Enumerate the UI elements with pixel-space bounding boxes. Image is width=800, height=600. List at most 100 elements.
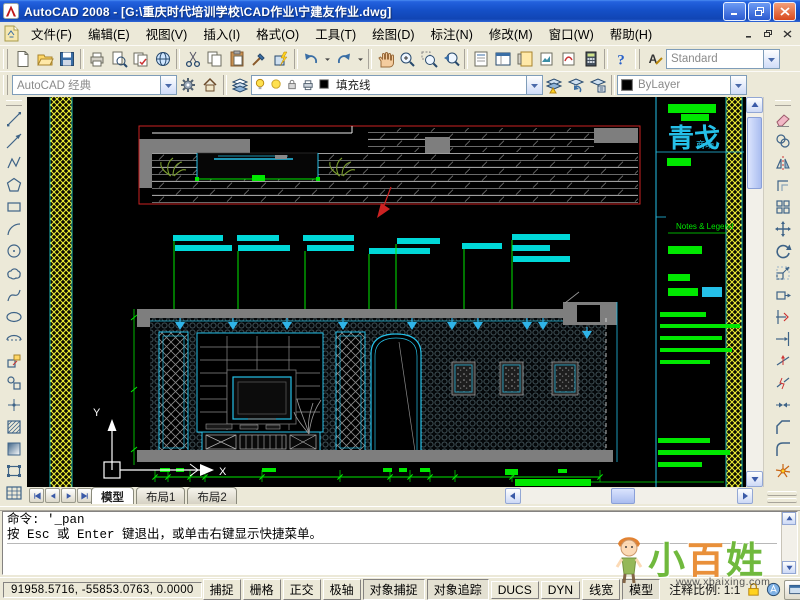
command-scroll-up-button[interactable]	[782, 512, 796, 525]
freeze-icon[interactable]	[270, 78, 284, 92]
spline-icon[interactable]	[3, 284, 25, 306]
publish-icon[interactable]	[130, 48, 152, 70]
fillet-icon[interactable]	[772, 438, 794, 460]
new-file-icon[interactable]	[12, 48, 34, 70]
ellipse-arc-icon[interactable]	[3, 328, 25, 350]
chamfer-icon[interactable]	[772, 416, 794, 438]
scroll-down-button[interactable]	[746, 471, 763, 487]
close-button[interactable]	[773, 2, 796, 21]
menu-tools[interactable]: 工具(T)	[307, 25, 364, 45]
menu-edit[interactable]: 编辑(E)	[80, 25, 138, 45]
scroll-up-button[interactable]	[746, 97, 763, 113]
hatch-icon[interactable]	[3, 416, 25, 438]
tab-nav-last-button[interactable]	[77, 488, 92, 503]
redo-dropdown-icon[interactable]	[355, 48, 366, 70]
menu-draw[interactable]: 绘图(D)	[364, 25, 422, 45]
erase-icon[interactable]	[772, 108, 794, 130]
construction-line-icon[interactable]	[3, 130, 25, 152]
layer-states-icon[interactable]	[587, 74, 609, 96]
menu-help[interactable]: 帮助(H)	[602, 25, 660, 45]
menu-file[interactable]: 文件(F)	[23, 25, 80, 45]
move-icon[interactable]	[772, 218, 794, 240]
layer-properties-icon[interactable]	[229, 74, 251, 96]
menu-modify[interactable]: 修改(M)	[481, 25, 541, 45]
color-combobox[interactable]: ByLayer	[617, 75, 747, 95]
tab-model[interactable]: 模型	[91, 487, 134, 504]
plot-icon[interactable]	[86, 48, 108, 70]
polygon-icon[interactable]	[3, 174, 25, 196]
menu-view[interactable]: 视图(V)	[138, 25, 196, 45]
layer-combobox[interactable]: 填充线	[251, 75, 543, 95]
mdi-restore-button[interactable]	[760, 27, 776, 41]
copy-icon[interactable]	[204, 48, 226, 70]
array-icon[interactable]	[772, 196, 794, 218]
match-properties-icon[interactable]	[248, 48, 270, 70]
undo-dropdown-icon[interactable]	[322, 48, 333, 70]
menu-dimension[interactable]: 标注(N)	[423, 25, 481, 45]
zoom-window-icon[interactable]	[418, 48, 440, 70]
annotation-scale-label[interactable]: 注释比例: 1:1	[669, 581, 740, 598]
circle-icon[interactable]	[3, 240, 25, 262]
arc-icon[interactable]	[3, 218, 25, 240]
rotate-icon[interactable]	[772, 240, 794, 262]
horizontal-scroll-track[interactable]	[521, 488, 737, 504]
text-style-combobox[interactable]: Standard	[666, 49, 780, 69]
web-icon[interactable]	[152, 48, 174, 70]
status-toggle-snap[interactable]: 捕捉	[203, 579, 241, 600]
ellipse-icon[interactable]	[3, 306, 25, 328]
redo-icon[interactable]	[333, 48, 355, 70]
designcenter-icon[interactable]	[492, 48, 514, 70]
vertical-scroll-thumb[interactable]	[747, 117, 762, 189]
tab-nav-first-button[interactable]	[29, 488, 44, 503]
stretch-icon[interactable]	[772, 284, 794, 306]
mdi-close-button[interactable]	[779, 27, 795, 41]
tray-settings-button[interactable]	[784, 580, 800, 600]
rectangle-icon[interactable]	[3, 196, 25, 218]
coordinate-display[interactable]: 91958.5716, -55853.0763, 0.0000	[3, 582, 202, 598]
restore-button[interactable]	[748, 2, 771, 21]
horizontal-scrollbar[interactable]	[505, 488, 753, 504]
workspace-settings-icon[interactable]	[177, 74, 199, 96]
status-toggle-model[interactable]: 模型	[622, 579, 660, 600]
cut-icon[interactable]	[182, 48, 204, 70]
mirror-icon[interactable]	[772, 152, 794, 174]
vertical-scrollbar[interactable]	[746, 97, 763, 487]
pan-icon[interactable]	[374, 48, 396, 70]
status-toggle-osnap[interactable]: 对象捕捉	[363, 579, 425, 600]
markup-manager-icon[interactable]	[558, 48, 580, 70]
bulb-icon[interactable]	[254, 78, 268, 92]
workspaces-toolbar-grip[interactable]	[3, 75, 8, 95]
gradient-icon[interactable]	[3, 438, 25, 460]
open-file-icon[interactable]	[34, 48, 56, 70]
tray-lock-icon[interactable]	[744, 581, 762, 599]
draw-toolbar-grip[interactable]	[6, 100, 22, 106]
horizontal-scroll-thumb[interactable]	[611, 488, 635, 504]
offset-icon[interactable]	[772, 174, 794, 196]
modify-toolbar-grip[interactable]	[775, 100, 791, 106]
region-icon[interactable]	[3, 460, 25, 482]
mdi-minimize-button[interactable]	[741, 27, 757, 41]
extend-icon[interactable]	[772, 328, 794, 350]
zoom-realtime-icon[interactable]	[396, 48, 418, 70]
polyline-icon[interactable]	[3, 152, 25, 174]
menu-window[interactable]: 窗口(W)	[541, 25, 602, 45]
command-scroll-down-button[interactable]	[782, 561, 796, 574]
table-icon[interactable]	[3, 482, 25, 504]
styles-toolbar-grip[interactable]	[635, 49, 640, 69]
status-toggle-lwt[interactable]: 线宽	[582, 579, 620, 600]
menu-insert[interactable]: 插入(I)	[195, 25, 248, 45]
zoom-previous-icon[interactable]	[440, 48, 462, 70]
make-object-layer-current-icon[interactable]	[543, 74, 565, 96]
sheetset-manager-icon[interactable]	[536, 48, 558, 70]
workspace-combobox[interactable]: AutoCAD 经典	[12, 75, 177, 95]
insert-block-icon[interactable]	[3, 350, 25, 372]
minimize-button[interactable]	[723, 2, 746, 21]
revision-cloud-icon[interactable]	[3, 262, 25, 284]
help-icon[interactable]: ?	[610, 48, 632, 70]
paste-icon[interactable]	[226, 48, 248, 70]
copy-object-icon[interactable]	[772, 130, 794, 152]
status-toggle-ortho[interactable]: 正交	[283, 579, 321, 600]
status-toggle-grid[interactable]: 栅格	[243, 579, 281, 600]
break-icon[interactable]	[772, 372, 794, 394]
lock-icon[interactable]	[286, 78, 300, 92]
